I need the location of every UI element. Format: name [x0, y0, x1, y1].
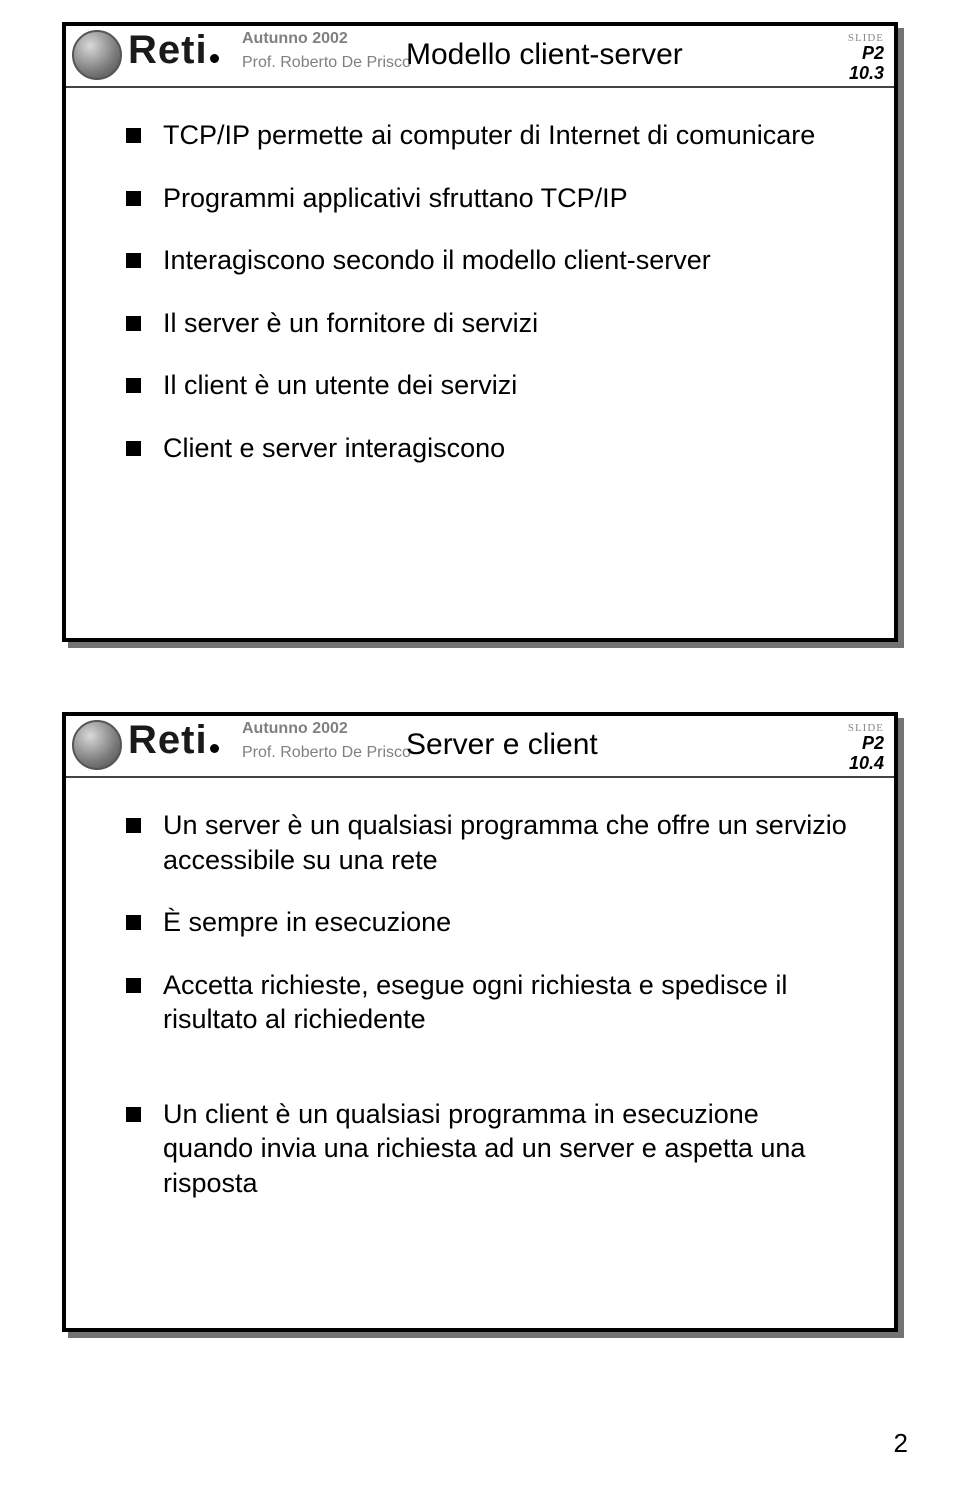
slide-1: Reti Autunno 2002 Prof. Roberto De Prisc…: [62, 22, 898, 642]
bullet-icon: [126, 915, 141, 930]
prof-label: Prof. Roberto De Prisco: [242, 744, 411, 762]
bullet-icon: [126, 818, 141, 833]
bullet-text: Un client è un qualsiasi programma in es…: [163, 1097, 854, 1201]
page-indicator: SLIDE P2 10.4: [848, 722, 884, 774]
brand-logo-text: Reti: [128, 718, 208, 762]
list-item: Programmi applicativi sfruttano TCP/IP: [126, 181, 854, 216]
brand-logo: Reti: [128, 28, 221, 73]
list-item: TCP/IP permette ai computer di Internet …: [126, 118, 854, 153]
slide-title: Modello client-server: [406, 38, 683, 72]
bullet-text: È sempre in esecuzione: [163, 905, 854, 940]
list-item: Accetta richieste, esegue ogni richiesta…: [126, 968, 854, 1037]
bullet-icon: [126, 316, 141, 331]
list-item: Client e server interagiscono: [126, 431, 854, 466]
p-label: P2: [848, 734, 884, 754]
bullet-icon: [126, 978, 141, 993]
list-item: Il client è un utente dei servizi: [126, 368, 854, 403]
bullet-text: Client e server interagiscono: [163, 431, 854, 466]
dot-icon: [210, 54, 219, 63]
list-item: È sempre in esecuzione: [126, 905, 854, 940]
list-item: Il server è un fornitore di servizi: [126, 306, 854, 341]
slide-body: TCP/IP permette ai computer di Internet …: [66, 88, 894, 513]
bullet-text: Accetta richieste, esegue ogni richiesta…: [163, 968, 854, 1037]
term-label: Autunno 2002: [242, 30, 348, 48]
bullet-icon: [126, 1107, 141, 1122]
page-indicator: SLIDE P2 10.3: [848, 32, 884, 84]
list-item: Interagiscono secondo il modello client-…: [126, 243, 854, 278]
page-number: 10.3: [848, 64, 884, 84]
bullet-icon: [126, 378, 141, 393]
bullet-text: Un server è un qualsiasi programma che o…: [163, 808, 854, 877]
brand-logo-text: Reti: [128, 28, 208, 72]
bullet-icon: [126, 441, 141, 456]
page-number: 10.4: [848, 754, 884, 774]
term-label: Autunno 2002: [242, 720, 348, 738]
page-footer-number: 2: [894, 1428, 908, 1459]
slide-2: Reti Autunno 2002 Prof. Roberto De Prisc…: [62, 712, 898, 1332]
bullet-icon: [126, 191, 141, 206]
bullet-text: Il server è un fornitore di servizi: [163, 306, 854, 341]
list-item: Un client è un qualsiasi programma in es…: [126, 1097, 854, 1201]
bullet-text: Il client è un utente dei servizi: [163, 368, 854, 403]
prof-label: Prof. Roberto De Prisco: [242, 54, 411, 72]
slide-body: Un server è un qualsiasi programma che o…: [66, 778, 894, 1248]
bullet-text: Programmi applicativi sfruttano TCP/IP: [163, 181, 854, 216]
bullet-icon: [126, 253, 141, 268]
bullet-text: Interagiscono secondo il modello client-…: [163, 243, 854, 278]
crest-icon: [72, 720, 122, 770]
slide-header: Reti Autunno 2002 Prof. Roberto De Prisc…: [66, 716, 894, 778]
slide-title: Server e client: [406, 728, 598, 762]
brand-logo: Reti: [128, 718, 221, 763]
bullet-icon: [126, 128, 141, 143]
slide-header: Reti Autunno 2002 Prof. Roberto De Prisc…: [66, 26, 894, 88]
list-item: Un server è un qualsiasi programma che o…: [126, 808, 854, 877]
crest-icon: [72, 30, 122, 80]
p-label: P2: [848, 44, 884, 64]
dot-icon: [210, 744, 219, 753]
bullet-text: TCP/IP permette ai computer di Internet …: [163, 118, 854, 153]
